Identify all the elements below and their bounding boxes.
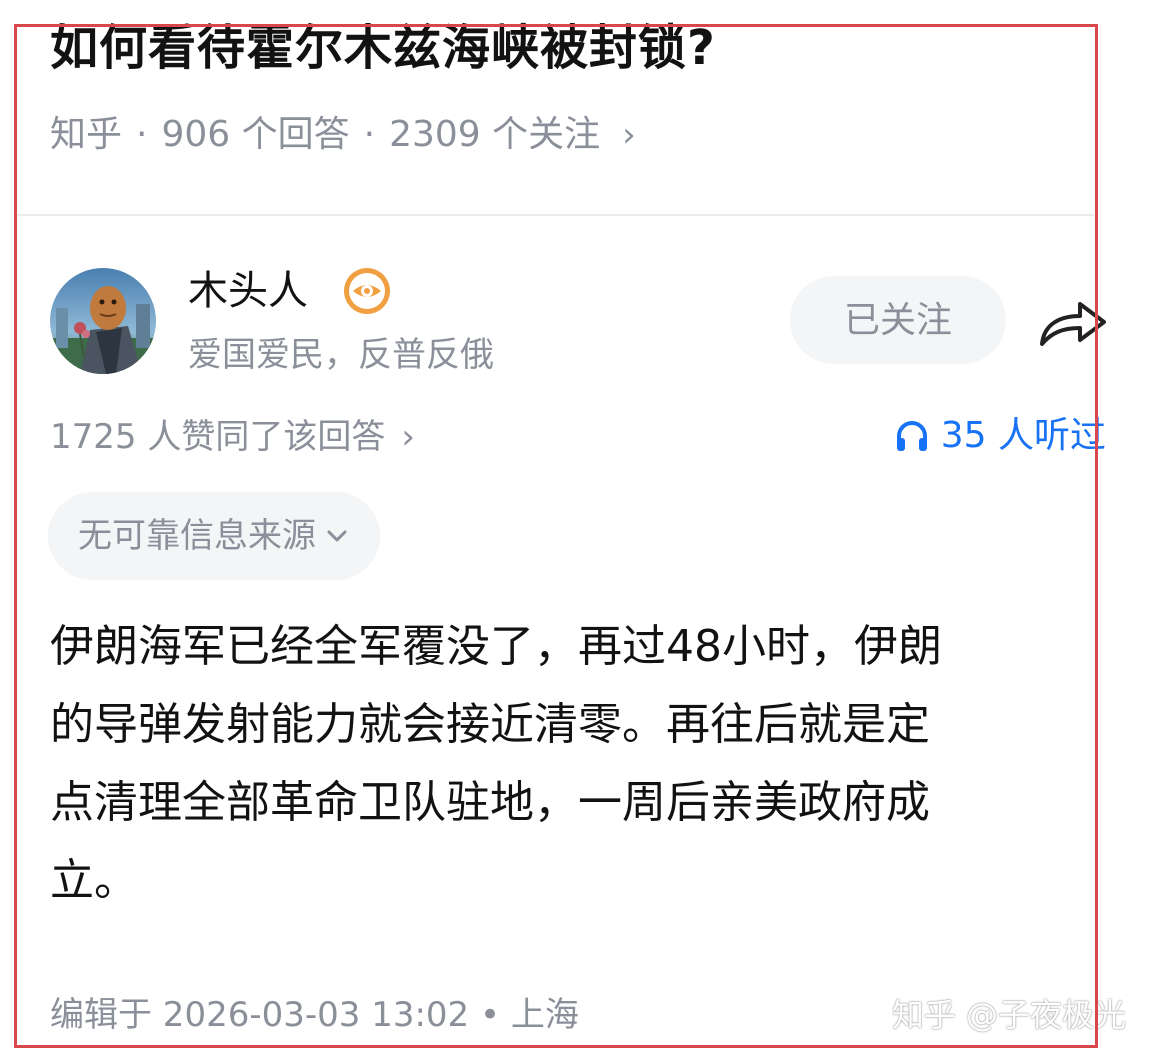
section-divider: [14, 214, 1094, 216]
eye-badge-icon: [342, 266, 392, 316]
content-line: 点清理全部革命卫队驻地，一周后亲美政府成: [50, 777, 930, 828]
listen-label: 35 人听过: [940, 415, 1106, 456]
follow-button[interactable]: 已关注: [790, 276, 1006, 364]
meta-separator: ·: [363, 114, 376, 155]
question-meta[interactable]: 知乎 · 906 个回答 · 2309 个关注 ›: [50, 110, 636, 160]
listen-count[interactable]: 35 人听过: [895, 410, 1106, 462]
source-reliability-chip[interactable]: 无可靠信息来源: [48, 492, 380, 580]
avatar-icon[interactable]: [50, 268, 156, 374]
chevron-right-icon: ›: [401, 417, 415, 457]
headphones-icon: [896, 421, 927, 451]
watermark: 知乎 @子夜极光: [891, 996, 1126, 1034]
share-icon[interactable]: [1036, 292, 1112, 352]
edited-timestamp: 编辑于 2026-03-03 13:02 • 上海: [50, 995, 579, 1035]
zhihu-answer-page: 如何看待霍尔木兹海峡被封锁? 知乎 · 906 个回答 · 2309 个关注 ›: [0, 0, 1156, 1062]
question-title[interactable]: 如何看待霍尔木兹海峡被封锁?: [50, 8, 716, 88]
answers-count: 906 个回答: [161, 114, 350, 155]
content-line: 伊朗海军已经全军覆没了，再过48小时，伊朗: [50, 621, 942, 672]
author-name[interactable]: 木头人: [188, 262, 308, 320]
followers-count: 2309 个关注: [389, 114, 601, 155]
meta-separator: ·: [136, 114, 148, 155]
content-line: 立。: [50, 855, 138, 906]
source-chip-label: 无可靠信息来源: [78, 516, 316, 556]
likes-label: 1725 人赞同了该回答: [50, 417, 386, 457]
chevron-down-icon: [327, 530, 347, 542]
author-bio: 爱国爱民，反普反俄: [188, 335, 494, 375]
likes-count[interactable]: 1725 人赞同了该回答 ›: [50, 412, 415, 462]
content-line: 的导弹发射能力就会接近清零。再往后就是定: [50, 699, 930, 750]
answer-content: 伊朗海军已经全军覆没了，再过48小时，伊朗 的导弹发射能力就会接近清零。再往后就…: [50, 608, 1100, 920]
source-label: 知乎: [50, 114, 123, 155]
chevron-right-icon: ›: [622, 115, 636, 155]
